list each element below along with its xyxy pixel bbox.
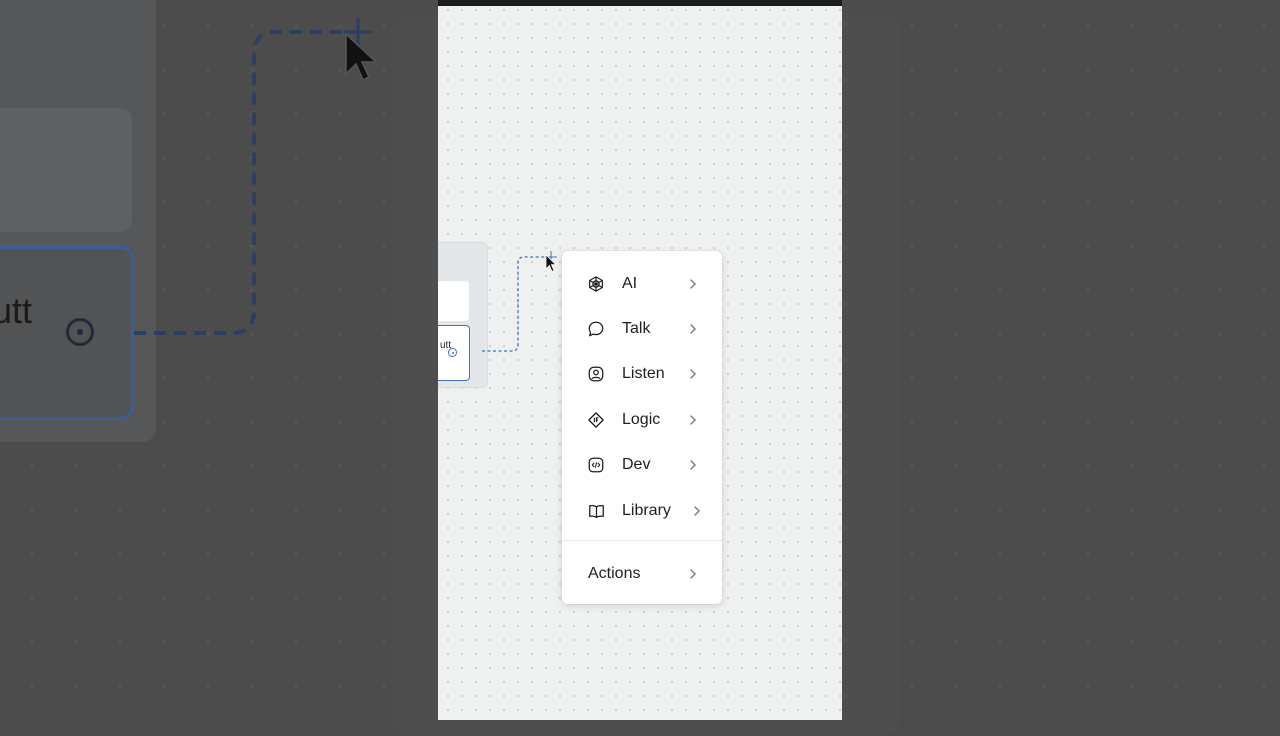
- menu-item-listen[interactable]: Listen: [562, 353, 722, 393]
- node-input-field[interactable]: [438, 281, 469, 321]
- library-icon: [586, 501, 606, 521]
- menu-item-label: Dev: [622, 456, 651, 473]
- chevron-right-icon: [694, 506, 701, 516]
- node-port-icon[interactable]: [448, 348, 457, 357]
- cursor-icon: [545, 254, 557, 273]
- menu-item-label: Listen: [622, 365, 665, 382]
- menu-item-logic[interactable]: Logic: [562, 399, 722, 439]
- node-option[interactable]: utt: [438, 325, 470, 381]
- talk-icon: [586, 319, 606, 339]
- flow-node[interactable]: utt: [438, 242, 488, 388]
- menu-item-library[interactable]: Library: [562, 490, 722, 530]
- menu-item-label: Library: [622, 502, 671, 519]
- menu-item-label: Talk: [622, 320, 651, 337]
- menu-divider: [562, 540, 722, 541]
- chevron-right-icon: [690, 369, 697, 379]
- chevron-right-icon: [690, 460, 697, 470]
- menu-item-talk[interactable]: Talk: [562, 308, 722, 348]
- ai-icon: [586, 274, 606, 294]
- listen-icon: [586, 364, 606, 384]
- add-step-menu: AI Talk Listen Logic Dev Library Actions: [562, 251, 722, 604]
- top-bar: [438, 0, 842, 6]
- background-cursor-icon: [345, 32, 378, 82]
- menu-item-actions[interactable]: Actions: [562, 553, 722, 593]
- flow-canvas[interactable]: utt AI Talk Listen Logic Dev Library Act…: [438, 0, 842, 720]
- dev-icon: [586, 455, 606, 475]
- chevron-right-icon: [690, 415, 697, 425]
- chevron-right-icon: [690, 279, 697, 289]
- menu-item-label: Actions: [588, 565, 641, 582]
- menu-item-ai[interactable]: AI: [562, 263, 722, 303]
- chevron-right-icon: [690, 569, 697, 579]
- menu-item-dev[interactable]: Dev: [562, 444, 722, 484]
- menu-item-label: Logic: [622, 411, 661, 428]
- logic-icon: [586, 410, 606, 430]
- menu-item-label: AI: [622, 275, 638, 292]
- chevron-right-icon: [690, 324, 697, 334]
